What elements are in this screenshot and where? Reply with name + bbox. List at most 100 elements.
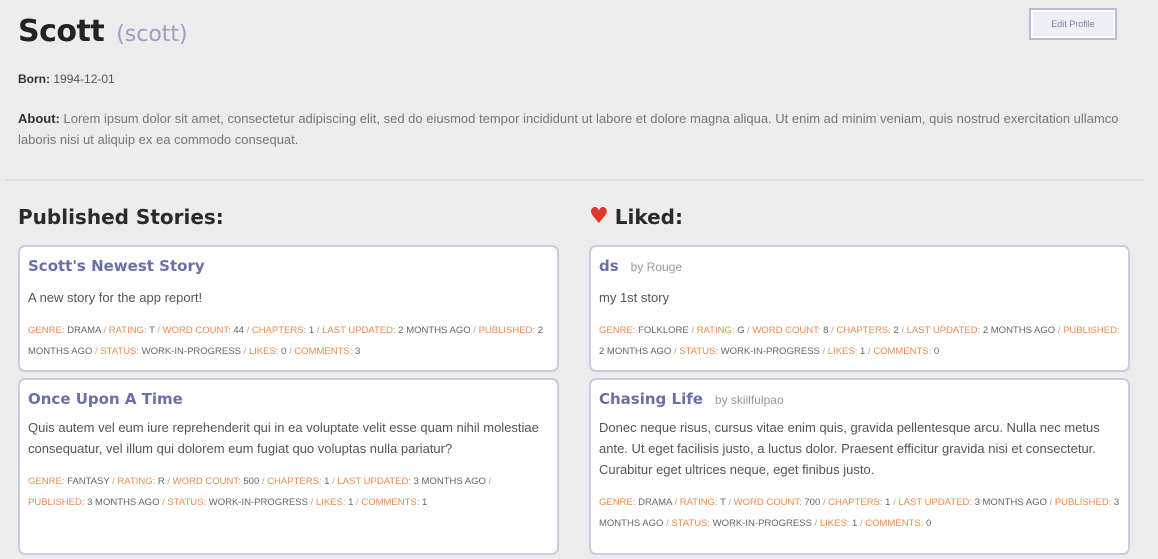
meta-value-comments: 3 [352, 346, 361, 357]
story-title-link[interactable]: ds [599, 257, 619, 275]
meta-value-comments: 0 [923, 518, 932, 529]
meta-separator: / [820, 497, 829, 508]
meta-label-status: STATUS: [679, 346, 718, 357]
meta-label-genre: GENRE: [28, 325, 65, 336]
meta-value-chapters: 2 [890, 325, 899, 336]
story-title-link[interactable]: Scott's Newest Story [28, 257, 205, 275]
meta-value-status: WORK-IN-PROGRESS [139, 346, 241, 357]
meta-label-status: STATUS: [100, 346, 140, 357]
meta-label-chapters: CHAPTERS: [267, 476, 322, 487]
liked-title: Liked: [614, 205, 683, 229]
meta-label-status: STATUS: [671, 518, 711, 529]
meta-label-published: PUBLISHED: [1054, 497, 1112, 508]
meta-label-chapters: CHAPTERS: [836, 325, 891, 336]
meta-separator: / [811, 518, 820, 529]
meta-separator: / [1055, 325, 1064, 336]
story-meta: GENRE: FOLKLORE / RATING: G / WORD COUNT… [599, 320, 1120, 362]
divider [6, 179, 1144, 181]
meta-separator: / [154, 325, 163, 336]
born-value: 1994-12-01 [53, 72, 115, 86]
meta-label-comments: COMMENTS: [873, 346, 932, 357]
meta-value-last-updated: 3 MONTHS AGO [971, 497, 1047, 508]
meta-label-likes: LIKES: [819, 518, 850, 529]
published-stories-title: Published Stories: [18, 205, 224, 229]
meta-separator: / [307, 497, 316, 508]
meta-value-published: 3 MONTHS AGO [84, 497, 160, 508]
about-text: Lorem ipsum dolor sit amet, consectetur … [18, 111, 1119, 147]
edit-profile-button[interactable]: Edit Profile [1029, 8, 1117, 40]
meta-value-status: WORK-IN-PROGRESS [206, 497, 308, 508]
meta-label-word-count: WORD COUNT: [172, 476, 241, 487]
published-stories-heading: Published Stories: [18, 205, 224, 229]
story-card: Once Upon A Time Quis autem vel eum iure… [18, 378, 559, 555]
meta-separator: / [100, 325, 109, 336]
meta-label-rating: RATING: [679, 497, 718, 508]
story-title-link[interactable]: Once Upon A Time [28, 390, 183, 408]
story-title-link[interactable]: Chasing Life [599, 390, 703, 408]
story-card: Scott's Newest Story A new story for the… [18, 245, 559, 372]
heart-icon: ♥ [589, 204, 609, 229]
liked-stories-list: ds by Rouge my 1st story GENRE: FOLKLORE… [589, 245, 1130, 559]
story-author: by skillfulpao [714, 393, 784, 407]
meta-value-last-updated: 3 MONTHS AGO [410, 476, 486, 487]
meta-value-last-updated: 2 MONTHS AGO [395, 325, 471, 336]
meta-label-status: STATUS: [167, 497, 207, 508]
story-description: Quis autem vel eum iure reprehenderit qu… [28, 420, 539, 456]
meta-label-word-count: WORD COUNT: [162, 325, 231, 336]
meta-label-comments: COMMENTS: [865, 518, 924, 529]
meta-label-likes: LIKES: [248, 346, 279, 357]
profile-header: Scott (scott) Edit Profile Born: 1994-12… [18, 8, 1158, 147]
meta-label-last-updated: LAST UPDATED: [322, 325, 396, 336]
liked-heading: ♥ Liked: [589, 205, 683, 229]
meta-value-last-updated: 2 MONTHS AGO [980, 325, 1056, 336]
meta-value-status: WORK-IN-PROGRESS [710, 518, 812, 529]
profile-username: (scott) [116, 22, 188, 47]
meta-label-rating: RATING: [108, 325, 147, 336]
meta-separator: / [485, 476, 492, 487]
meta-separator: / [865, 346, 874, 357]
meta-separator: / [470, 325, 479, 336]
story-meta: GENRE: DRAMA / RATING: T / WORD COUNT: 4… [28, 320, 549, 362]
meta-label-published: PUBLISHED: [478, 325, 536, 336]
meta-value-word-count: 500 [240, 476, 260, 487]
meta-separator: / [259, 476, 268, 487]
meta-value-rating: R [155, 476, 165, 487]
published-stories-list: Scott's Newest Story A new story for the… [18, 245, 559, 559]
meta-separator: / [725, 497, 734, 508]
meta-separator: / [164, 476, 173, 487]
meta-separator: / [688, 325, 697, 336]
meta-label-word-count: WORD COUNT: [733, 497, 802, 508]
meta-value-genre: FANTASY [64, 476, 110, 487]
meta-value-word-count: 44 [230, 325, 244, 336]
meta-value-rating: T [146, 325, 155, 336]
meta-label-chapters: CHAPTERS: [251, 325, 307, 336]
story-card: ds by Rouge my 1st story GENRE: FOLKLORE… [589, 245, 1130, 372]
meta-label-last-updated: LAST UPDATED: [337, 476, 411, 487]
meta-label-published: PUBLISHED: [1063, 325, 1120, 336]
profile-name-row: Scott (scott) [18, 14, 1158, 49]
meta-separator: / [314, 325, 323, 336]
meta-label-last-updated: LAST UPDATED: [906, 325, 981, 336]
story-author: by Rouge [630, 260, 683, 274]
meta-separator: / [240, 346, 249, 357]
meta-label-genre: GENRE: [599, 325, 636, 336]
meta-separator: / [671, 497, 680, 508]
meta-label-genre: GENRE: [599, 497, 636, 508]
meta-value-genre: DRAMA [64, 325, 101, 336]
born-label: Born: [18, 72, 50, 86]
about-line: About: Lorem ipsum dolor sit amet, conse… [18, 108, 1143, 150]
meta-label-comments: COMMENTS: [294, 346, 353, 357]
meta-label-comments: COMMENTS: [361, 497, 420, 508]
meta-separator: / [243, 325, 252, 336]
meta-label-last-updated: LAST UPDATED: [898, 497, 972, 508]
born-line: Born: 1994-12-01 [18, 72, 115, 86]
profile-name: Scott [18, 14, 105, 49]
meta-value-rating: G [734, 325, 745, 336]
meta-label-genre: GENRE: [28, 476, 65, 487]
meta-value-published: 2 MONTHS AGO [599, 346, 672, 357]
meta-value-rating: T [717, 497, 726, 508]
meta-label-likes: LIKES: [315, 497, 346, 508]
story-meta: GENRE: FANTASY / RATING: R / WORD COUNT:… [28, 471, 549, 513]
meta-label-rating: RATING: [117, 476, 156, 487]
meta-value-genre: FOLKLORE [635, 325, 689, 336]
